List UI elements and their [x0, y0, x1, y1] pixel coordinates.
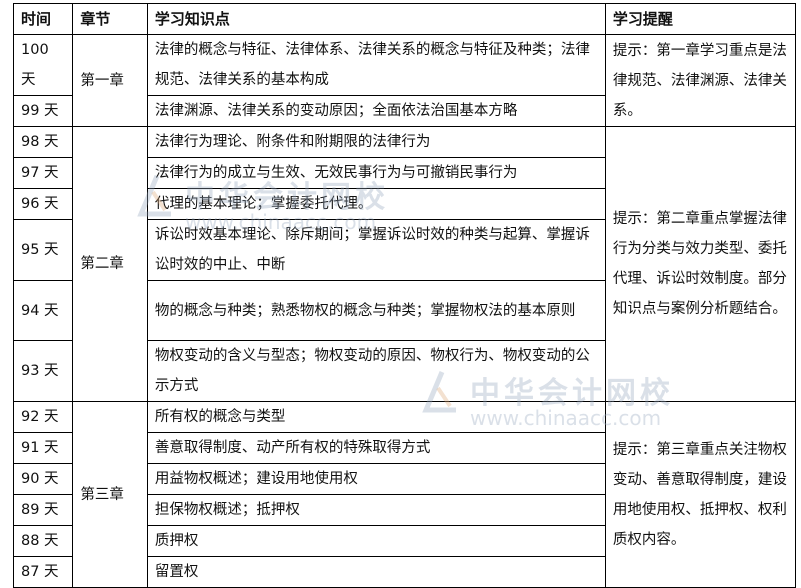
- header-topic: 学习知识点: [146, 3, 606, 35]
- header-time: 时间: [12, 3, 74, 35]
- topic-cell: 留置权: [146, 556, 606, 588]
- day-cell: 96 天: [12, 188, 74, 220]
- topic-cell: 诉讼时效基本理论、除斥期间；掌握诉讼时效的种类与起算、掌握诉讼时效的中止、中断: [146, 219, 606, 281]
- topic-cell: 法律行为的成立与生效、无效民事行为与可撤销民事行为: [146, 157, 606, 189]
- day-cell: 92 天: [12, 401, 74, 433]
- topic-cell: 质押权: [146, 525, 606, 557]
- header-tip: 学习提醒: [604, 3, 797, 35]
- topic-cell: 法律渊源、法律关系的变动原因；全面依法治国基本方略: [146, 95, 606, 127]
- day-cell: 87 天: [12, 556, 74, 588]
- topic-cell: 代理的基本理论；掌握委托代理。: [146, 188, 606, 220]
- day-cell: 95 天: [12, 219, 74, 281]
- day-cell: 94 天: [12, 280, 74, 341]
- day-cell: 89 天: [12, 494, 74, 526]
- tip-cell: 提示：第三章重点关注物权变动、善意取得制度，建设用地使用权、抵押权、权利质权内容…: [604, 401, 797, 588]
- topic-cell: 善意取得制度、动产所有权的特殊取得方式: [146, 432, 606, 464]
- day-cell: 93 天: [12, 340, 74, 402]
- header-chapter: 章节: [72, 3, 148, 35]
- study-plan-table: 时间 章节 学习知识点 学习提醒 100 天 第一章 法律的概念与特征、法律体系…: [12, 3, 797, 588]
- chapter-cell: 第三章: [72, 401, 148, 588]
- tip-cell: 提示：第二章重点掌握法律行为分类与效力类型、委托代理、诉讼时效制度。部分知识点与…: [604, 126, 797, 402]
- day-cell: 91 天: [12, 432, 74, 464]
- topic-cell: 用益物权概述；建设用地使用权: [146, 463, 606, 495]
- day-cell: 98 天: [12, 126, 74, 158]
- day-cell: 99 天: [12, 95, 74, 127]
- header-row: 时间 章节 学习知识点 学习提醒: [12, 3, 797, 35]
- day-cell: 100 天: [12, 34, 74, 96]
- topic-cell: 所有权的概念与类型: [146, 401, 606, 433]
- tip-cell: 提示：第一章学习重点是法律规范、法律渊源、法律关系。: [604, 34, 797, 127]
- topic-cell: 法律的概念与特征、法律体系、法律关系的概念与特征及种类；法律规范、法律关系的基本…: [146, 34, 606, 96]
- topic-cell: 物的概念与种类；熟悉物权的概念与种类；掌握物权法的基本原则: [146, 280, 606, 341]
- topic-cell: 法律行为理论、附条件和附期限的法律行为: [146, 126, 606, 158]
- table-row: 100 天 第一章 法律的概念与特征、法律体系、法律关系的概念与特征及种类；法律…: [12, 34, 797, 127]
- day-cell: 88 天: [12, 525, 74, 557]
- table-row: 92 天 第三章 所有权的概念与类型 提示：第三章重点关注物权变动、善意取得制度…: [12, 401, 797, 588]
- day-cell: 97 天: [12, 157, 74, 189]
- chapter-cell: 第二章: [72, 126, 148, 402]
- topic-cell: 担保物权概述；抵押权: [146, 494, 606, 526]
- chapter-cell: 第一章: [72, 34, 148, 127]
- topic-cell: 物权变动的含义与型态；物权变动的原因、物权行为、物权变动的公示方式: [146, 340, 606, 402]
- table-row: 98 天 第二章 法律行为理论、附条件和附期限的法律行为 提示：第二章重点掌握法…: [12, 126, 797, 402]
- day-cell: 90 天: [12, 463, 74, 495]
